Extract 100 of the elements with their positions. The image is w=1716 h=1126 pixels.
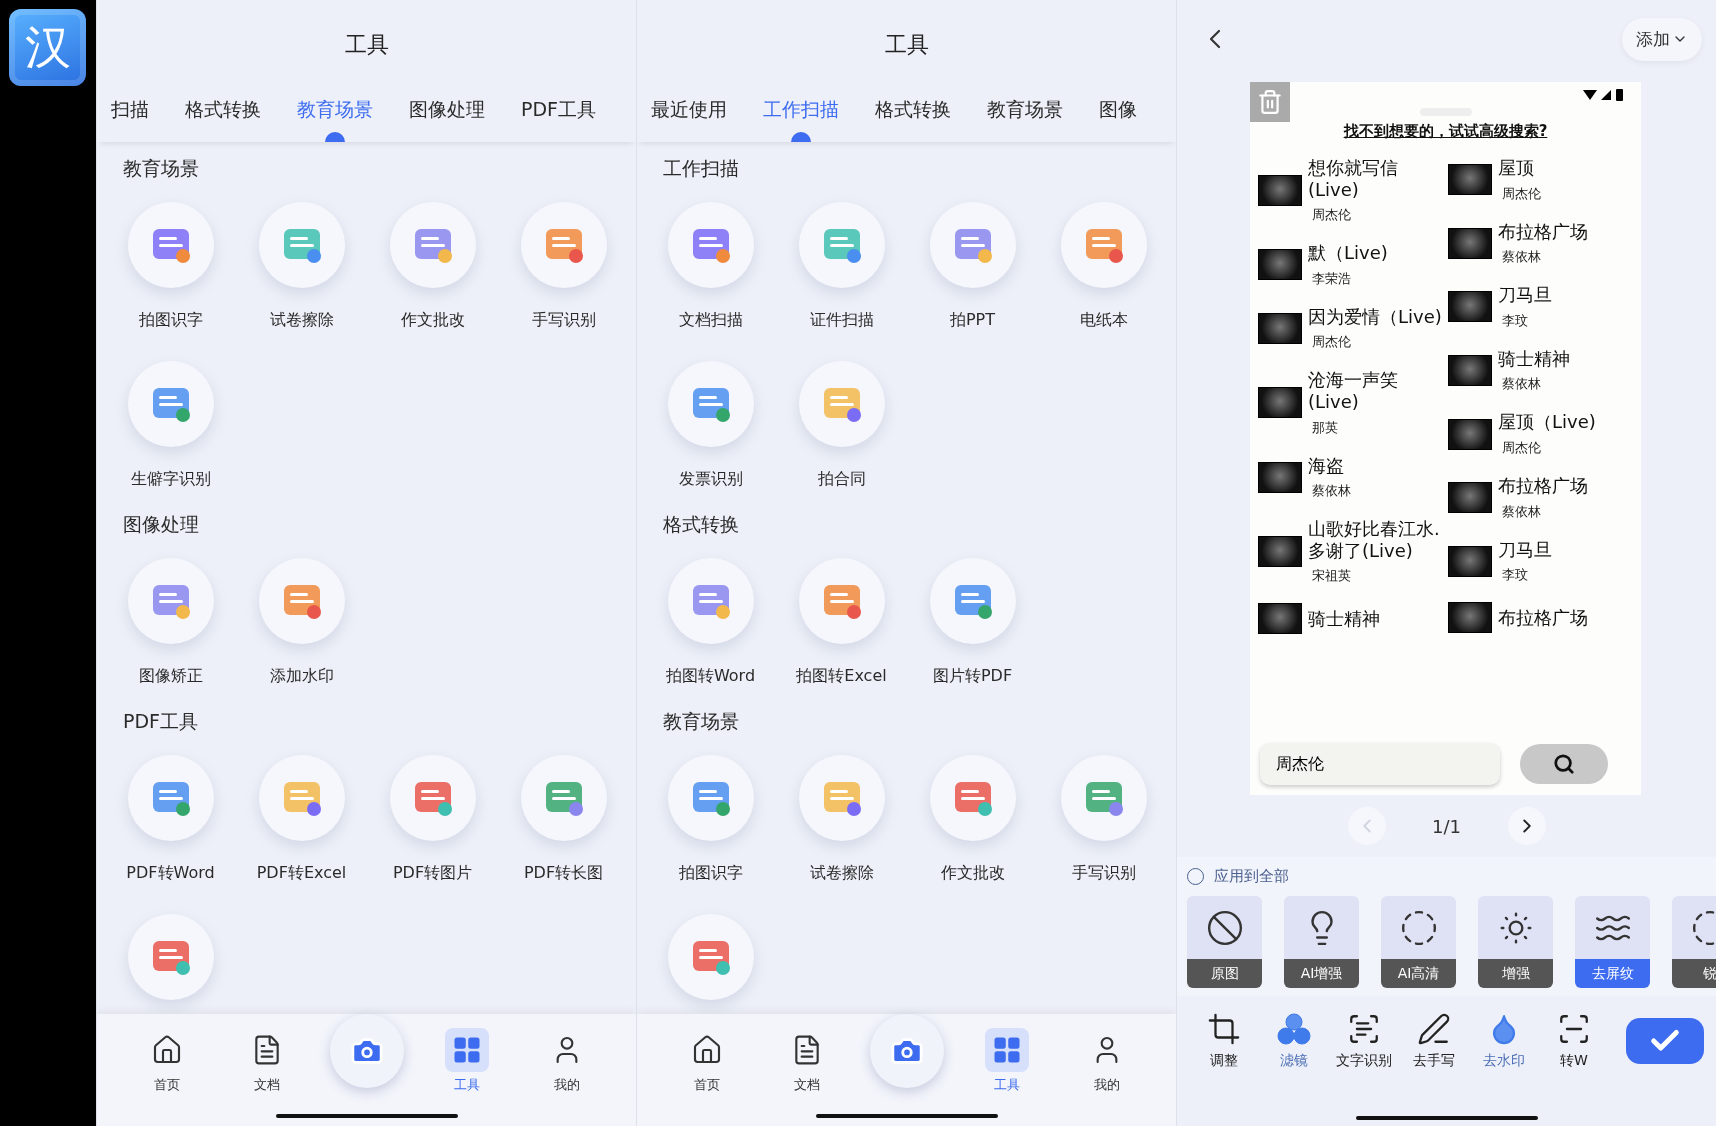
filter-card[interactable]: 去屏纹 [1575,896,1650,988]
nav-tab[interactable]: 工具 [956,1028,1057,1094]
section-title: 格式转换 [662,512,740,537]
song-title[interactable]: 屋顶 [1498,157,1541,179]
song-title[interactable]: 屋顶（Live) [1498,411,1596,433]
tool-label: 拍PPT [949,310,996,331]
tool-label: 图片转PDF [932,666,1013,687]
artist-name: 李荣浩 [1311,269,1352,288]
tool-label: 手写识别 [1071,863,1136,884]
song-title[interactable]: 布拉格广场 [1498,606,1588,629]
thumbnail-image [1448,355,1492,387]
category-tab[interactable]: 工作扫描 [763,90,839,142]
category-tab[interactable]: 教育场景 [297,90,373,142]
category-tab[interactable]: 格式转换 [185,90,261,142]
section-title: 教育场景 [122,156,200,181]
scan-icon [1557,1012,1591,1046]
thumbnail-image [1448,602,1492,634]
artist-name: 李玟 [1501,311,1529,330]
tool-label: 证件扫描 [809,310,874,331]
thumbnail-image [1258,603,1302,635]
category-tab[interactable]: 图像 [1099,90,1137,142]
song-title[interactable]: 刀马旦 [1498,284,1552,306]
search-button[interactable] [1520,744,1608,784]
crop-icon [1207,1012,1241,1046]
nav-tab[interactable]: 文档 [756,1028,857,1094]
filter-card[interactable]: AI高清 [1381,896,1456,988]
tool-label: PDF转长图 [523,863,604,884]
thumbnail-image [1258,249,1302,281]
filter-card[interactable]: AI增强 [1284,896,1359,988]
song-title[interactable]: 因为爱情（Live) [1308,305,1442,328]
song-title[interactable]: 海盗 [1308,454,1351,477]
confirm-button[interactable] [1626,1018,1704,1064]
category-tab[interactable]: 最近使用 [651,90,727,142]
circles-icon [1276,1012,1312,1046]
category-tab[interactable]: 图像处理 [409,90,485,142]
artist-name: 周杰伦 [1501,438,1542,457]
song-title[interactable]: 山歌好比春江水.多谢了(Live) [1308,518,1448,562]
nav-tab[interactable]: 文档 [216,1028,317,1094]
advanced-search-link[interactable]: 找不到想要的，试试高级搜索? [1250,122,1641,141]
tool-label: 文档扫描 [678,310,743,331]
nav-tab[interactable]: 首页 [116,1028,217,1094]
tool-label: 电纸本 [1079,310,1128,331]
thumbnail-image [1258,536,1302,568]
camera-button[interactable] [869,1014,944,1088]
tool-label: 拍合同 [817,469,866,490]
song-title[interactable]: 骑士精神 [1308,608,1380,630]
artist-name: 蔡依林 [1501,375,1542,394]
thumbnail-image [1258,461,1302,493]
category-tab[interactable]: PDF工具 [521,90,597,142]
filter-card[interactable]: 原图 [1187,896,1262,988]
search-field[interactable]: 周杰伦 [1260,743,1500,785]
nav-tab[interactable]: 我的 [1056,1028,1157,1094]
delete-button[interactable] [1250,82,1290,122]
thumbnail-image [1448,418,1492,450]
filter-card[interactable]: 增强 [1478,896,1553,988]
section-title: 工作扫描 [662,156,740,181]
artist-name: 宋祖英 [1311,567,1352,586]
artist-name: 周杰伦 [1501,184,1541,203]
thumbnail-image [1448,227,1492,259]
tool-label: 拍图转Word [665,666,756,687]
next-page-button[interactable] [1507,807,1546,845]
artist-name: 蔡依林 [1311,482,1351,501]
thumbnail-image [1258,313,1302,345]
edit-tool-button[interactable]: 去手写 [1399,1012,1469,1070]
tool-label: 添加水印 [269,666,334,687]
song-title[interactable]: 刀马旦 [1498,538,1552,561]
nav-tab[interactable]: 工具 [416,1028,517,1094]
tool-label: PDF转图片 [392,863,473,884]
song-title[interactable]: 布拉格广场 [1498,474,1588,497]
edit-tool-button[interactable]: 文字识别 [1329,1012,1399,1070]
tool-label: 拍图转Excel [796,666,887,687]
song-title[interactable]: 布拉格广场 [1498,220,1588,243]
tool-label: PDF转Word [126,863,215,884]
category-tab[interactable]: 教育场景 [987,90,1063,142]
edit-tool-button[interactable]: 去水印 [1469,1012,1539,1070]
camera-button[interactable] [329,1014,404,1088]
category-tab[interactable]: 扫描 [111,90,149,142]
nav-tab[interactable]: 首页 [656,1028,757,1094]
add-button[interactable]: 添加 [1622,17,1702,61]
artist-name: 那英 [1311,418,1339,437]
song-title[interactable]: 骑士精神 [1498,347,1570,370]
tool-label: 拍图识字 [678,863,743,884]
song-title[interactable]: 默（Live) [1308,242,1388,264]
artist-name: 蔡依林 [1501,248,1542,267]
song-title[interactable]: 想你就写信(Live) [1308,157,1448,201]
edit-tool-button[interactable]: 调整 [1189,1012,1259,1070]
thumbnail-image [1448,545,1492,577]
filter-card[interactable]: 锐 [1672,896,1716,988]
nav-tab[interactable]: 我的 [516,1028,617,1094]
apply-all-radio[interactable]: 应用到全部 [1187,867,1289,886]
edit-tool-button[interactable]: 转W [1539,1012,1609,1070]
page-title: 工具 [883,31,930,59]
section-title: 图像处理 [122,512,200,537]
thumbnail-image [1448,164,1492,196]
artist-name: 蔡依林 [1501,502,1542,521]
dashed-circle-icon [1690,908,1716,947]
song-title[interactable]: 沧海一声笑(Live) [1308,369,1448,413]
dashed-circle-icon [1399,908,1438,947]
edit-tool-button[interactable]: 滤镜 [1259,1012,1329,1070]
category-tab[interactable]: 格式转换 [875,90,951,142]
